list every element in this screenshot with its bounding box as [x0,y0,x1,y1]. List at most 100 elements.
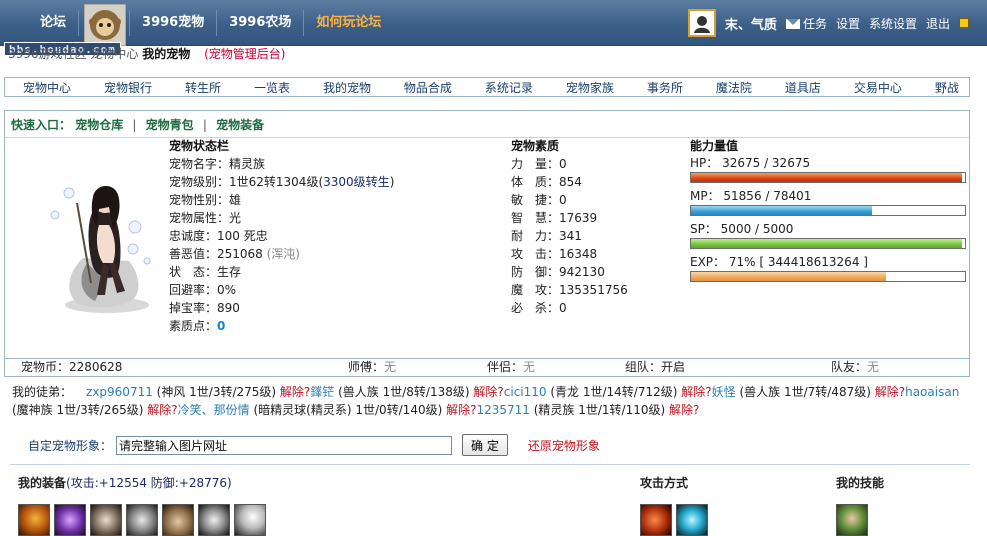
sp-bar [690,238,966,249]
armor-icon[interactable] [126,504,158,536]
apprentice-item: cici110 (青龙 1世/14转/712级) 解除? [503,385,712,399]
pet-coins: 宠物币：2280628 [21,360,123,374]
apprentice-name[interactable]: cici110 [504,385,547,399]
nav-my-pet[interactable]: 我的宠物 [323,79,371,96]
confirm-button[interactable]: 确 定 [462,434,508,456]
status-title: 宠物状态栏 [169,139,230,153]
pet-loyalty: 忠诚度：100 死忠 [169,229,268,243]
pet-dodge: 回避率：0% [169,283,237,297]
quality-constitution: 体 质：854 [511,175,582,189]
quality-agility: 敏 捷：0 [511,193,567,207]
skills-title: 我的技能 [836,476,885,490]
apprentice-name[interactable]: 鎽铓 [310,385,334,399]
gloves-icon[interactable] [162,504,194,536]
apprentice-item: 冷笑、那份情 (暗精灵球(精灵系) 1世/0转/140级) 解除? [177,403,477,417]
equipment-title: 我的装备(攻击:+12554 防御:+28776) [18,476,232,490]
quick-link-equipment[interactable]: 宠物装备 [216,118,264,132]
nav-crafting[interactable]: 物品合成 [404,79,452,96]
task-link[interactable]: 任务 [785,15,827,32]
attack-method-title: 攻击方式 [640,476,689,490]
image-url-input[interactable] [116,435,453,455]
pet-image [47,163,165,318]
equipment-panel: 我的装备(攻击:+12554 防御:+28776) 攻击方式 我的技能 [10,464,970,536]
nav-magic-academy[interactable]: 魔法院 [716,79,752,96]
nav-system-log[interactable]: 系统记录 [485,79,533,96]
topnav-pets[interactable]: 3996宠物 [130,10,218,36]
apprentice-name[interactable]: haoaisan [905,385,959,399]
settings-link[interactable]: 设置 [836,15,860,32]
quality-title: 宠物素质 [511,139,560,153]
skill-icon[interactable] [836,504,868,536]
topnav-forum[interactable]: 论坛 [0,10,80,36]
nav-rebirth[interactable]: 转生所 [185,79,221,96]
breadcrumb: 3996游戏社区 宠物中心 我的宠物 (宠物管理后台) [8,46,285,62]
pet-summary: 宠物币：2280628 师傅：无 伴侣：无 组队：开启 队友：无 [4,358,970,377]
nav-overview[interactable]: 一览表 [254,79,290,96]
apprentice-name[interactable]: 1235711 [476,403,529,417]
nav-item-shop[interactable]: 道具店 [785,79,821,96]
top-bar: 论坛 首页 3996宠物 3996农场 如何玩论坛 末、气质 任务 设置 系统设… [0,0,987,46]
ability-title: 能力量值 [690,139,739,153]
remove-apprentice-button[interactable]: 解除? [669,403,699,417]
topnav-how-to-play[interactable]: 如何玩论坛 [304,10,393,36]
restore-image-link[interactable]: 还原宠物形象 [528,437,600,454]
remove-apprentice-button[interactable]: 解除? [147,403,177,417]
user-avatar[interactable] [687,9,716,37]
topnav-farm[interactable]: 3996农场 [217,10,305,36]
weapon-icon[interactable] [18,504,50,536]
quality-critical: 必 杀：0 [511,301,567,315]
notification-icon[interactable] [959,18,969,28]
team-info: 组队：开启 [625,360,686,374]
quick-link-bag[interactable]: 宠物青包 [146,118,194,132]
remove-apprentice-button[interactable]: 解除? [681,385,711,399]
site-logo[interactable] [84,4,126,46]
apprentice-label: 我的徒弟： [12,385,73,399]
apprentice-name[interactable]: zxp960711 [86,385,153,399]
mail-icon [785,19,800,29]
rebirth-link[interactable]: 3300级转生 [323,175,390,189]
feather-icon[interactable] [234,504,266,536]
hp-bar [690,172,966,183]
quality-wisdom: 智 慧：17639 [511,211,598,225]
hp-label: HP： 32675 / 32675 [690,156,811,170]
remove-apprentice-button[interactable]: 解除? [446,403,476,417]
exp-bar [690,271,966,282]
nav-office[interactable]: 事务所 [647,79,683,96]
quality-attack: 攻 击：16348 [511,247,598,261]
breadcrumb-section[interactable]: 宠物中心 [90,47,138,61]
pet-quality-column: 宠物素质 力 量：0 体 质：854 敏 捷：0 智 慧：17639 耐 力：3… [511,137,628,317]
remove-apprentice-button[interactable]: 解除? [473,385,503,399]
ring-icon[interactable] [198,504,230,536]
apprentice-name[interactable]: 冷笑、那份情 [178,403,250,417]
helmet-icon[interactable] [90,504,122,536]
custom-pet-image-form: 自定宠物形象： 确 定 还原宠物形象 [28,434,600,456]
pet-level: 宠物级别：1世62转1304级(3300级转生) [169,175,395,189]
pet-morality: 善恶值：251068 (浑沌) [169,247,300,261]
water-orb-attack-icon[interactable] [676,504,708,536]
nav-pet-center[interactable]: 宠物中心 [23,79,71,96]
username[interactable]: 末、气质 [725,14,777,33]
logout-link[interactable]: 退出 [926,15,950,32]
skill-slots [836,504,868,536]
main-nav: 宠物中心 宠物银行 转生所 一览表 我的宠物 物品合成 系统记录 宠物家族 事务… [4,77,970,97]
system-settings-link[interactable]: 系统设置 [869,15,917,32]
nav-pet-family[interactable]: 宠物家族 [566,79,614,96]
mp-label: MP： 51856 / 78401 [690,189,812,203]
fire-attack-icon[interactable] [640,504,672,536]
pet-gender: 宠物性别：雄 [169,193,242,207]
remove-apprentice-button[interactable]: 解除? [280,385,310,399]
quick-link-warehouse[interactable]: 宠物仓库 [75,118,123,132]
pet-attribute: 宠物属性：光 [169,211,242,225]
breadcrumb-site[interactable]: 3996游戏社区 [8,47,87,61]
avatar-icon [693,16,710,33]
nav-pet-bank[interactable]: 宠物银行 [104,79,152,96]
nav-trade-center[interactable]: 交易中心 [854,79,902,96]
remove-apprentice-button[interactable]: 解除? [875,385,905,399]
pet-admin-link[interactable]: (宠物管理后台) [204,47,285,61]
magic-orb-icon[interactable] [54,504,86,536]
nav-field-battle[interactable]: 野战 [935,79,959,96]
quick-entry-label: 快速入口： [11,118,72,132]
apprentice-name[interactable]: 妖怪 [712,385,736,399]
apprentice-item: 鎽铓 (兽人族 1世/8转/138级) 解除? [310,385,504,399]
teammate-info: 队友：无 [831,360,880,374]
